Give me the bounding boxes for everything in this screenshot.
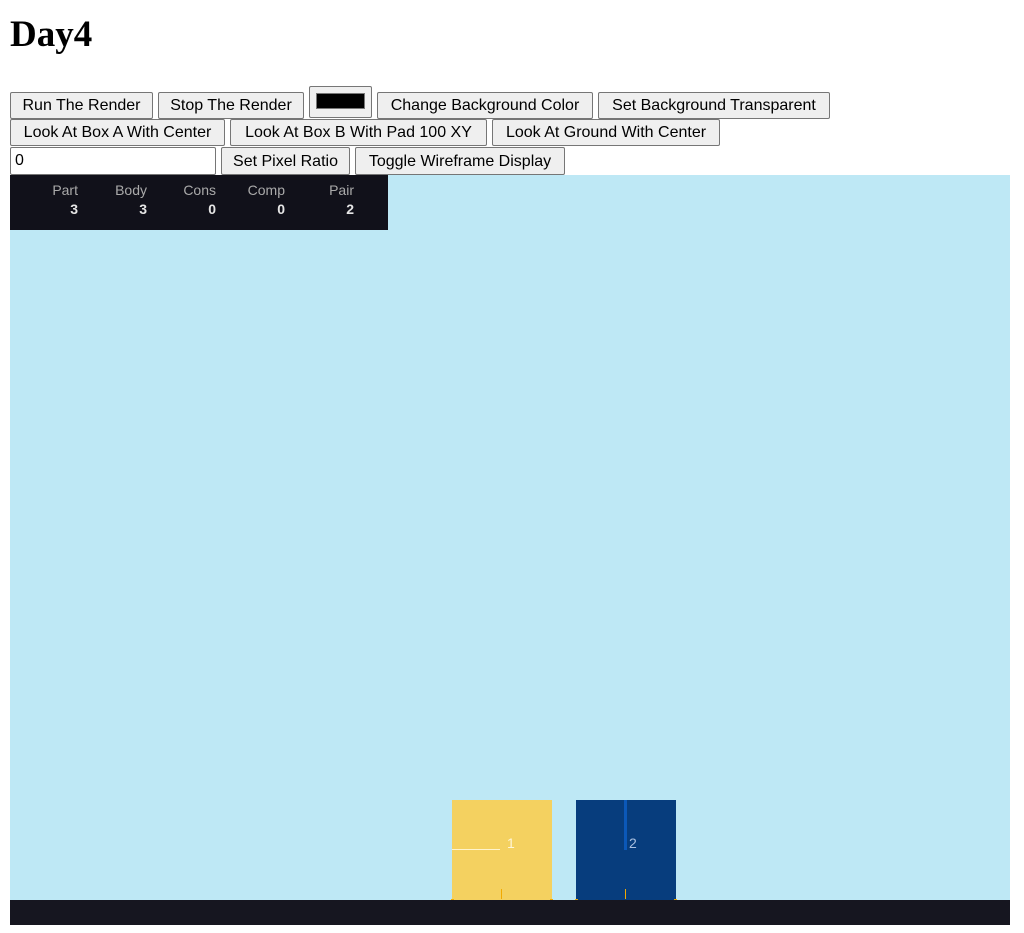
stat-label: Pair bbox=[329, 182, 354, 198]
pixel-ratio-input[interactable] bbox=[10, 147, 216, 175]
look-at-ground-button[interactable]: Look At Ground With Center bbox=[492, 119, 720, 146]
stat-value: 2 bbox=[346, 201, 354, 217]
box-b-label: 2 bbox=[629, 835, 637, 851]
look-at-box-a-button[interactable]: Look At Box A With Center bbox=[10, 119, 225, 146]
stat-value: 0 bbox=[208, 201, 216, 217]
run-render-button[interactable]: Run The Render bbox=[10, 92, 153, 119]
stop-render-button[interactable]: Stop The Render bbox=[158, 92, 304, 119]
box-b-axis-line bbox=[624, 800, 627, 850]
stat-value: 3 bbox=[139, 201, 147, 217]
stat-pair: Pair 2 bbox=[286, 182, 354, 219]
set-pixel-ratio-button[interactable]: Set Pixel Ratio bbox=[221, 147, 350, 175]
stat-label: Comp bbox=[247, 182, 285, 198]
box-a-center-tick bbox=[501, 889, 502, 899]
stat-label: Part bbox=[52, 182, 78, 198]
box-b-center-tick bbox=[625, 889, 626, 899]
stat-cons: Cons 0 bbox=[148, 182, 216, 219]
render-canvas[interactable]: Part 3 Body 3 Cons 0 Comp 0 Pair 2 1 2 bbox=[10, 175, 1010, 925]
background-color-picker[interactable] bbox=[309, 86, 372, 118]
set-background-transparent-button[interactable]: Set Background Transparent bbox=[598, 92, 830, 119]
stats-panel: Part 3 Body 3 Cons 0 Comp 0 Pair 2 bbox=[10, 175, 388, 230]
toggle-wireframe-button[interactable]: Toggle Wireframe Display bbox=[355, 147, 565, 175]
stat-label: Body bbox=[115, 182, 147, 198]
box-b: 2 bbox=[576, 800, 676, 900]
look-at-box-b-button[interactable]: Look At Box B With Pad 100 XY bbox=[230, 119, 487, 146]
stat-body: Body 3 bbox=[79, 182, 147, 219]
change-background-color-button[interactable]: Change Background Color bbox=[377, 92, 593, 119]
color-swatch bbox=[316, 93, 365, 109]
ground-plane bbox=[10, 900, 1010, 925]
stat-label: Cons bbox=[183, 182, 216, 198]
box-a-label: 1 bbox=[507, 835, 515, 851]
box-a-axis-line bbox=[452, 849, 500, 850]
box-a: 1 bbox=[452, 800, 552, 900]
stat-value: 0 bbox=[277, 201, 285, 217]
stat-comp: Comp 0 bbox=[217, 182, 285, 219]
stat-value: 3 bbox=[70, 201, 78, 217]
page-title: Day4 bbox=[10, 14, 93, 55]
stat-part: Part 3 bbox=[10, 182, 78, 219]
